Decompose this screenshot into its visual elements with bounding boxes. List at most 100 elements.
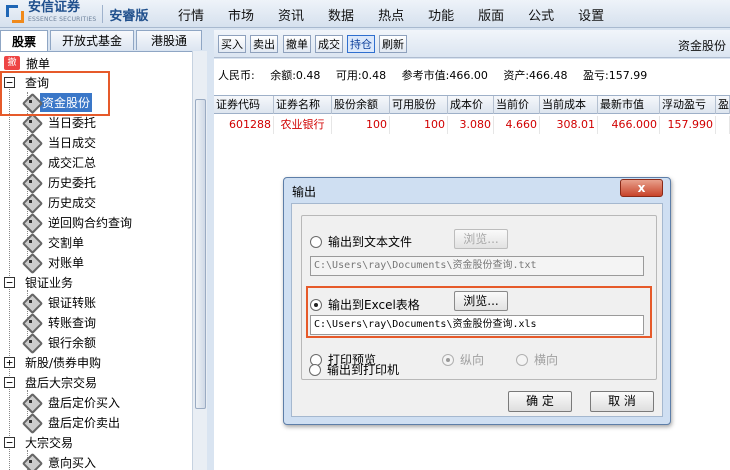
tree-item-statement[interactable]: 对账单	[22, 252, 84, 272]
cell-balance: 100	[332, 116, 390, 134]
account-summary: 人民币: 余额:0.48 可用:0.48 参考市值:466.00 资产:466.…	[214, 59, 730, 95]
radio-printer[interactable]	[309, 363, 321, 376]
menu-news[interactable]: 资讯	[278, 5, 304, 24]
panel-title: 资金股份	[677, 39, 726, 53]
menu-hot[interactable]: 热点	[378, 5, 404, 24]
tree-item-reverse-repo[interactable]: 逆回购合约查询	[22, 212, 132, 232]
collapse-icon[interactable]: −	[4, 376, 15, 388]
option-landscape[interactable]: 横向	[516, 351, 558, 368]
col-current-cost[interactable]: 当前成本	[540, 96, 598, 114]
positions-button[interactable]: 持仓	[347, 35, 375, 53]
balance-value: 余额:0.48	[270, 69, 321, 82]
logo-name: 安信证券	[28, 0, 81, 15]
col-name[interactable]: 证券名称	[274, 96, 332, 114]
col-cost-price[interactable]: 成本价	[448, 96, 494, 114]
expand-icon[interactable]: +	[4, 356, 15, 368]
option-printer[interactable]: 输出到打印机	[309, 361, 399, 378]
leaf-icon	[22, 174, 40, 190]
tree-item-trade-summary[interactable]: 成交汇总	[22, 152, 96, 172]
option-portrait[interactable]: 纵向	[442, 351, 484, 368]
logo-sub: ESSENCE SECURITIES	[28, 16, 97, 23]
trade-toolbar: 买入 卖出 撤单 成交 持仓 刷新 资金股份	[214, 30, 730, 58]
leaf-icon	[22, 254, 40, 270]
collapse-icon[interactable]: −	[4, 276, 15, 288]
leaf-icon	[22, 134, 40, 150]
tree-label-revoke: 撤单	[26, 56, 51, 71]
option-printer-label: 输出到打印机	[327, 363, 400, 377]
leaf-icon	[22, 394, 40, 410]
col-balance[interactable]: 股份余额	[332, 96, 390, 114]
col-market-value[interactable]: 最新市值	[598, 96, 660, 114]
tree-item-transfer-query[interactable]: 转账查询	[22, 312, 96, 332]
cell-market-value: 466.000	[598, 116, 660, 134]
tree-item-bank-transfer[interactable]: 银证转账	[22, 292, 96, 312]
cell-available: 100	[390, 116, 448, 134]
col-current-price[interactable]: 当前价	[494, 96, 540, 114]
tree-item-after-hours-sell[interactable]: 盘后定价卖出	[22, 412, 120, 432]
logo-divider	[102, 5, 104, 23]
menu-market[interactable]: 市场	[228, 5, 254, 24]
highlight-box-excel	[306, 286, 652, 338]
tab-hk-connect[interactable]: 港股通	[136, 30, 202, 50]
col-code[interactable]: 证券代码	[214, 96, 274, 114]
table-header: 证券代码 证券名称 股份余额 可用股份 成本价 当前价 当前成本 最新市值 浮动…	[214, 96, 730, 114]
col-floating-pnl[interactable]: 浮动盈亏	[660, 96, 716, 114]
table-row[interactable]: 601288 农业银行 100 100 3.080 4.660 308.01 4…	[214, 116, 730, 134]
collapse-icon[interactable]: −	[4, 436, 15, 448]
option-text-file[interactable]: 输出到文本文件	[310, 233, 412, 250]
trades-button[interactable]: 成交	[315, 35, 343, 53]
scrollbar-thumb[interactable]	[195, 99, 206, 409]
tab-stocks[interactable]: 股票	[0, 30, 48, 51]
browse-text-button[interactable]: 浏览...	[454, 229, 508, 249]
tree-item-history-orders[interactable]: 历史委托	[22, 172, 96, 192]
function-tree: 撤 撤单 − 查询 资金股份 当日委托 当日成交 成交汇总 历史委托 历史成交 …	[0, 51, 192, 470]
col-pnl-truncated[interactable]: 盈	[716, 96, 730, 114]
tree-group-after-hours[interactable]: − 盘后大宗交易	[4, 372, 97, 392]
tree-scrollbar[interactable]	[192, 51, 208, 470]
ref-value: 参考市值:466.00	[401, 69, 488, 82]
cell-name: 农业银行	[274, 116, 332, 134]
menu-formula[interactable]: 公式	[528, 5, 554, 24]
menu-functions[interactable]: 功能	[428, 5, 454, 24]
available-value: 可用:0.48	[335, 69, 387, 82]
close-icon[interactable]: x	[620, 179, 663, 197]
pane-splitter[interactable]	[207, 28, 214, 470]
menu-data[interactable]: 数据	[328, 5, 354, 24]
cancel-order-button[interactable]: 撤单	[283, 35, 311, 53]
tree-item-delivery-note[interactable]: 交割单	[22, 232, 84, 252]
option-landscape-label: 横向	[534, 353, 559, 367]
sell-button[interactable]: 卖出	[250, 35, 278, 53]
tree-item-revoke[interactable]: 撤 撤单	[4, 53, 50, 73]
tree-group-bank[interactable]: − 银证业务	[4, 272, 73, 292]
cancel-button[interactable]: 取 消	[590, 391, 654, 412]
menu-settings[interactable]: 设置	[578, 5, 604, 24]
highlight-box-query	[0, 71, 110, 116]
currency-label: 人民币:	[218, 69, 255, 82]
tree-item-bank-balance[interactable]: 银行余额	[22, 332, 96, 352]
leaf-icon	[22, 314, 40, 330]
col-available[interactable]: 可用股份	[390, 96, 448, 114]
refresh-button[interactable]: 刷新	[379, 35, 407, 53]
pnl-value: 盈亏:157.99	[583, 69, 648, 82]
radio-portrait[interactable]	[442, 353, 454, 366]
tree-group-block-trade[interactable]: − 大宗交易	[4, 432, 73, 452]
radio-text-file[interactable]	[310, 235, 322, 248]
buy-button[interactable]: 买入	[218, 35, 246, 53]
tree-item-history-trades[interactable]: 历史成交	[22, 192, 96, 212]
cell-pnl-truncated	[716, 116, 730, 134]
tab-open-funds[interactable]: 开放式基金	[50, 30, 134, 50]
tree-group-ipo[interactable]: + 新股/债券申购	[4, 352, 101, 372]
text-path-field[interactable]: C:\Users\ray\Documents\资金股份查询.txt	[310, 256, 644, 276]
tree-item-today-trades[interactable]: 当日成交	[22, 132, 96, 152]
radio-landscape[interactable]	[516, 353, 528, 366]
assets-value: 资产:466.48	[503, 69, 568, 82]
leaf-icon	[22, 234, 40, 250]
menu-layout[interactable]: 版面	[478, 5, 504, 24]
output-options-group: 输出到文本文件 浏览... C:\Users\ray\Documents\资金股…	[301, 215, 657, 380]
ok-button[interactable]: 确 定	[508, 391, 572, 412]
menu-quotes[interactable]: 行情	[178, 5, 204, 24]
left-tabs: 股票 开放式基金 港股通	[0, 30, 207, 51]
revoke-icon: 撤	[4, 56, 20, 70]
tree-item-after-hours-buy[interactable]: 盘后定价买入	[22, 392, 120, 412]
tree-item-intent-buy[interactable]: 意向买入	[22, 452, 96, 470]
